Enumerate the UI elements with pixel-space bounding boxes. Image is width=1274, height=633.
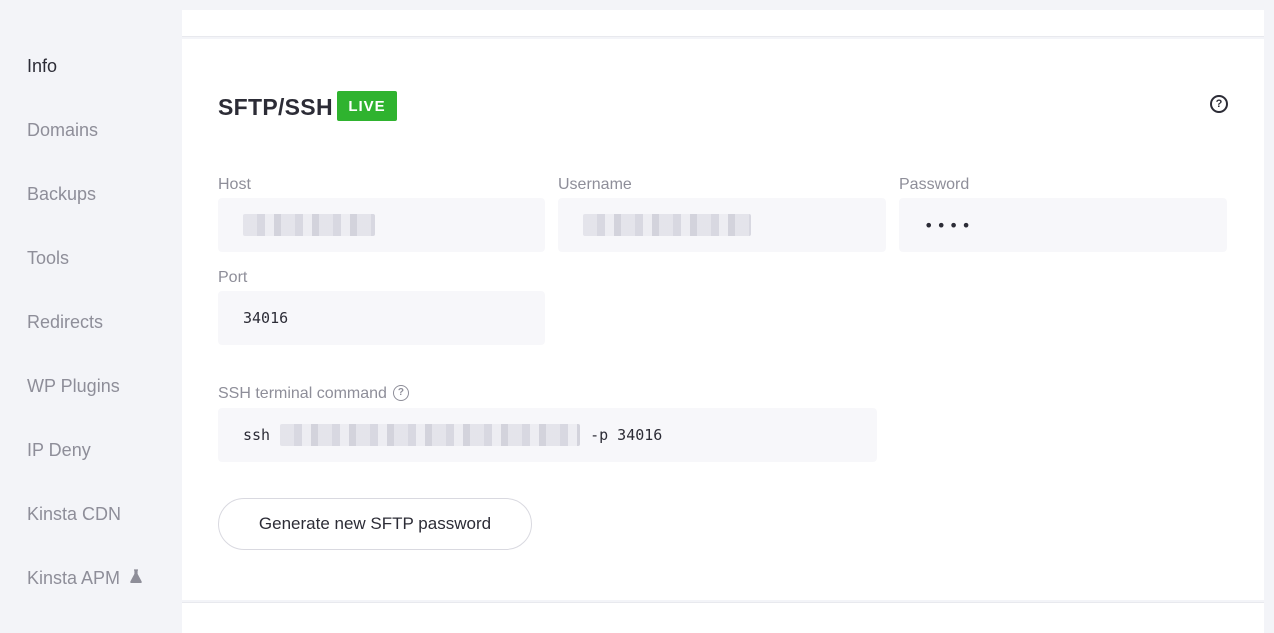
username-label: Username: [558, 176, 632, 193]
generate-sftp-password-button[interactable]: Generate new SFTP password: [218, 498, 532, 550]
sidebar: Info Domains Backups Tools Redirects WP …: [0, 0, 178, 627]
sftp-ssh-panel: SFTP/SSH LIVE ? Host Username Password •…: [182, 39, 1264, 600]
sidebar-item-label: Domains: [27, 120, 99, 140]
flask-icon: [130, 567, 142, 589]
password-field[interactable]: ••••: [899, 198, 1227, 252]
password-label: Password: [899, 176, 970, 193]
sidebar-item-label: Kinsta CDN: [27, 504, 122, 524]
sidebar-item-label: Backups: [27, 184, 97, 204]
sidebar-item-tools[interactable]: Tools: [27, 247, 69, 269]
sidebar-item-label: Info: [27, 56, 58, 76]
ssh-port-suffix: -p 34016: [590, 426, 663, 444]
next-panel: [182, 602, 1264, 633]
sidebar-item-domains[interactable]: Domains: [27, 119, 98, 141]
sidebar-item-backups[interactable]: Backups: [27, 183, 96, 205]
ssh-host-redacted: [280, 424, 581, 446]
sidebar-item-label: IP Deny: [27, 440, 91, 460]
sidebar-item-info[interactable]: Info: [27, 55, 57, 77]
sidebar-item-label: WP Plugins: [27, 376, 120, 396]
help-icon[interactable]: ?: [1210, 95, 1228, 113]
sidebar-item-kinsta-cdn[interactable]: Kinsta CDN: [27, 503, 121, 525]
section-title: SFTP/SSH: [218, 94, 333, 120]
ssh-help-icon[interactable]: ?: [392, 384, 409, 401]
sidebar-item-redirects[interactable]: Redirects: [27, 311, 103, 333]
sidebar-item-ip-deny[interactable]: IP Deny: [27, 439, 91, 461]
host-field[interactable]: [218, 198, 545, 252]
host-label: Host: [218, 176, 251, 193]
host-value-redacted: [243, 214, 375, 236]
port-field[interactable]: 34016: [218, 291, 545, 345]
port-value: 34016: [243, 309, 289, 327]
sidebar-item-kinsta-apm[interactable]: Kinsta APM: [27, 567, 142, 589]
previous-panel: [182, 10, 1264, 37]
sidebar-item-label: Redirects: [27, 312, 104, 332]
sidebar-item-label: Kinsta APM: [27, 568, 121, 588]
ssh-command-field[interactable]: ssh -p 34016: [218, 408, 877, 462]
username-field[interactable]: [558, 198, 886, 252]
live-badge: LIVE: [337, 91, 397, 121]
password-value: ••••: [924, 215, 974, 235]
ssh-command-label-text: SSH terminal command: [218, 385, 387, 402]
ssh-command-label: SSH terminal command?: [218, 384, 409, 404]
port-label: Port: [218, 269, 248, 286]
sidebar-item-wp-plugins[interactable]: WP Plugins: [27, 375, 120, 397]
sidebar-item-label: Tools: [27, 248, 70, 268]
username-value-redacted: [583, 214, 751, 236]
ssh-prefix: ssh: [243, 426, 271, 444]
